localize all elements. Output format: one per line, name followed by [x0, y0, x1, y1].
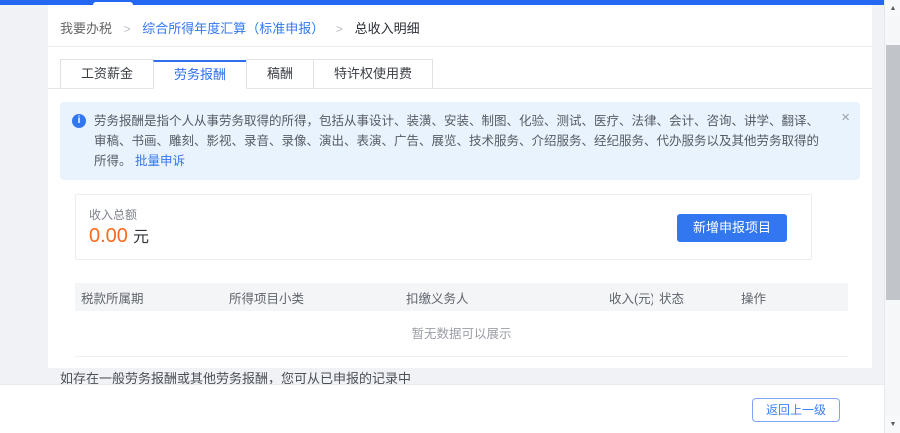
breadcrumb-item-home[interactable]: 我要办税: [60, 21, 112, 36]
column-header-tax-period: 税款所属期: [75, 288, 223, 307]
vertical-scrollbar[interactable]: ▲ ▼: [884, 0, 900, 433]
banner-text: 劳务报酬是指个人从事劳务取得的所得，包括从事设计、装潢、安装、制图、化验、测试、…: [94, 114, 819, 168]
income-amount-value: 0.00: [89, 225, 128, 247]
back-to-previous-button[interactable]: 返回上一级: [752, 398, 840, 422]
income-summary-card: 收入总额 0.00 元 新增申报项目: [75, 194, 812, 260]
info-banner: i 劳务报酬是指个人从事劳务取得的所得，包括从事设计、装潢、安装、制图、化验、测…: [60, 102, 860, 180]
column-header-income-amount: 收入(元): [603, 288, 653, 307]
breadcrumb: 我要办税 > 综合所得年度汇算（标准申报） > 总收入明细: [48, 5, 872, 47]
tab-content: i 劳务报酬是指个人从事劳务取得的所得，包括从事设计、装潢、安装、制图、化验、测…: [48, 102, 872, 407]
income-total-label: 收入总额: [89, 206, 137, 223]
main-panel: 我要办税 > 综合所得年度汇算（标准申报） > 总收入明细 工资薪金 劳务报酬 …: [48, 5, 872, 368]
income-records-table: 税款所属期 所得项目小类 扣缴义务人 收入(元) 状态 操作 暂无数据可以展示: [75, 283, 848, 357]
breadcrumb-separator-icon: >: [336, 22, 343, 36]
info-icon: i: [72, 114, 86, 128]
close-icon[interactable]: ×: [841, 110, 850, 126]
breadcrumb-separator-icon: >: [124, 22, 131, 36]
column-header-income-subcategory: 所得项目小类: [223, 288, 400, 307]
batch-appeal-link[interactable]: 批量申诉: [135, 154, 185, 168]
column-header-status: 状态: [653, 288, 735, 307]
column-header-actions: 操作: [735, 288, 848, 307]
income-type-tabs: 工资薪金 劳务报酬 稿酬 特许权使用费: [48, 59, 872, 89]
income-amount-unit: 元: [133, 229, 149, 246]
scroll-down-arrow-icon[interactable]: ▼: [885, 416, 900, 433]
breadcrumb-item-current: 总收入明细: [355, 21, 420, 36]
breadcrumb-item-annual-settlement[interactable]: 综合所得年度汇算（标准申报）: [142, 21, 324, 36]
tab-author-remuneration[interactable]: 稿酬: [246, 59, 314, 88]
footer-bar: 返回上一级: [0, 384, 884, 433]
table-empty-state: 暂无数据可以展示: [75, 311, 848, 357]
tab-salary[interactable]: 工资薪金: [60, 59, 154, 88]
scroll-up-arrow-icon[interactable]: ▲: [885, 0, 900, 17]
tab-labor-remuneration[interactable]: 劳务报酬: [153, 60, 247, 89]
column-header-withholding-agent: 扣缴义务人: [400, 288, 603, 307]
add-declaration-item-button[interactable]: 新增申报项目: [677, 214, 787, 242]
tab-royalties[interactable]: 特许权使用费: [313, 59, 433, 88]
table-header-row: 税款所属期 所得项目小类 扣缴义务人 收入(元) 状态 操作: [75, 283, 848, 311]
scrollbar-thumb[interactable]: [886, 45, 900, 300]
income-amount-row: 0.00 元: [89, 223, 149, 248]
